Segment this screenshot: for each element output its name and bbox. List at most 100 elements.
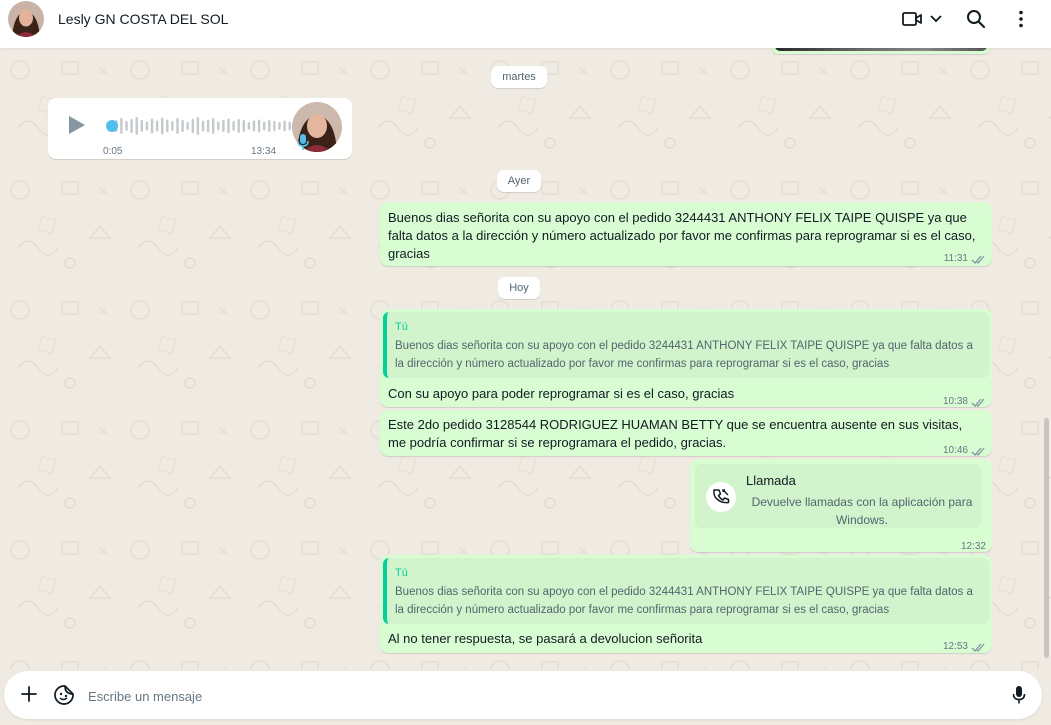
play-button[interactable]	[66, 114, 86, 141]
waveform-bar	[242, 120, 245, 132]
waveform-bar	[247, 122, 251, 130]
outgoing-message[interactable]: Tú Buenos dias señorita con su apoyo con…	[380, 555, 992, 653]
message-list[interactable]: martes 0:05 13:34 Ayer Buenos dias señor…	[0, 48, 1051, 670]
video-camera-icon	[902, 12, 922, 26]
more-vertical-icon	[1019, 10, 1023, 28]
chat-header: Lesly GN COSTA DEL SOL	[0, 0, 1051, 48]
waveform-bar	[227, 118, 230, 134]
double-check-icon	[971, 643, 985, 652]
message-meta: 10:38	[943, 393, 986, 411]
microphone-icon	[296, 133, 310, 156]
search-icon	[967, 10, 986, 29]
quote-text: Buenos dias señorita con su apoyo con el…	[395, 586, 973, 616]
waveform-bar	[125, 121, 128, 131]
waveform-bar	[268, 120, 271, 132]
menu-button[interactable]	[1017, 8, 1025, 30]
waveform-bar	[191, 119, 194, 133]
call-title: Llamada	[746, 473, 796, 488]
outgoing-message[interactable]: Este 2do pedido 3128544 RODRIGUEZ HUAMAN…	[380, 410, 992, 456]
date-separator: martes	[491, 66, 547, 88]
quoted-message[interactable]: Tú Buenos dias señorita con su apoyo con…	[383, 312, 989, 378]
plus-icon	[21, 686, 37, 702]
waveform-bar	[232, 121, 235, 131]
waveform-bar	[186, 122, 189, 130]
play-icon	[69, 116, 85, 134]
call-message[interactable]: Llamada Devuelve llamadas con la aplicac…	[690, 459, 992, 552]
chevron-down-icon	[930, 15, 942, 23]
waveform-bar	[150, 118, 154, 134]
waveform-bar	[181, 120, 184, 132]
missed-call-icon	[713, 489, 730, 504]
voice-record-button[interactable]	[1012, 685, 1026, 710]
message-meta: 12:53	[943, 638, 986, 656]
waveform-bar	[120, 118, 123, 134]
waveform-bar	[171, 121, 174, 131]
message-time: 11:31	[943, 253, 968, 264]
message-time: 10:46	[942, 445, 968, 456]
waveform-bar	[222, 120, 225, 132]
waveform-bar	[283, 120, 286, 132]
call-subtitle: Devuelve llamadas con la aplicación para…	[751, 495, 973, 527]
microphone-icon	[1012, 686, 1026, 704]
waveform-bar	[237, 119, 240, 133]
outgoing-message[interactable]: Buenos dias señorita con su apoyo con el…	[380, 202, 992, 266]
date-separator: Ayer	[497, 170, 541, 192]
image-thumbnail[interactable]	[775, 48, 987, 51]
waveform-bar	[273, 121, 276, 131]
waveform-bar	[135, 117, 138, 135]
waveform-bar	[140, 120, 143, 132]
waveform-bar	[196, 117, 200, 135]
waveform-bar	[212, 118, 215, 134]
emoji-button[interactable]	[53, 684, 75, 711]
search-button[interactable]	[966, 8, 986, 30]
voice-waveform[interactable]	[106, 115, 318, 142]
waveform-bar	[155, 120, 159, 132]
message-time: 10:38	[942, 396, 968, 407]
playback-scrubber[interactable]	[106, 120, 118, 132]
image-message[interactable]	[772, 48, 990, 54]
quote-author: Tú	[395, 567, 408, 579]
quoted-message[interactable]: Tú Buenos dias señorita con su apoyo con…	[383, 558, 989, 624]
waveform-bar	[252, 120, 256, 132]
attach-button[interactable]	[20, 685, 38, 708]
message-composer	[4, 671, 1042, 719]
waveform-bar	[263, 121, 266, 131]
voice-message[interactable]: 0:05 13:34	[48, 98, 352, 159]
message-input[interactable]	[86, 683, 970, 709]
contact-avatar[interactable]	[8, 1, 44, 37]
waveform-bar	[206, 119, 210, 133]
call-icon-wrapper	[706, 482, 736, 512]
message-meta: 10:46	[943, 442, 986, 460]
waveform-bar	[288, 121, 291, 131]
message-meta: 12:32	[961, 538, 986, 556]
double-check-icon	[971, 398, 985, 407]
waveform-bar	[217, 121, 220, 131]
message-text: Buenos dias señorita con su apoyo con el…	[388, 210, 976, 261]
waveform-bar	[176, 118, 179, 134]
waveform-bar	[278, 122, 281, 130]
contact-name[interactable]: Lesly GN COSTA DEL SOL	[58, 11, 228, 27]
double-check-icon	[971, 447, 985, 456]
waveform-bar	[130, 119, 133, 133]
video-call-button[interactable]	[902, 8, 943, 30]
voice-duration: 0:05	[103, 146, 123, 157]
double-check-icon	[971, 255, 985, 264]
call-card[interactable]: Llamada Devuelve llamadas con la aplicac…	[695, 464, 981, 528]
message-text: Este 2do pedido 3128544 RODRIGUEZ HUAMAN…	[388, 417, 963, 450]
date-separator: Hoy	[498, 277, 540, 299]
message-meta: 11:31	[944, 250, 986, 268]
outgoing-message[interactable]: Tú Buenos dias señorita con su apoyo con…	[380, 309, 992, 407]
waveform-bar	[257, 119, 261, 133]
sticker-emoji-icon	[54, 685, 74, 705]
waveform-bar	[145, 121, 149, 131]
quote-text: Buenos dias señorita con su apoyo con el…	[395, 340, 973, 370]
waveform-bar	[201, 120, 205, 132]
message-text: Con su apoyo para poder reprogramar si e…	[388, 386, 735, 401]
chat-scrollbar[interactable]	[1044, 418, 1049, 658]
message-text: Al no tener respuesta, se pasará a devol…	[388, 631, 703, 646]
message-time: 12:32	[960, 541, 986, 552]
message-time: 12:53	[942, 641, 968, 652]
message-time: 13:34	[251, 146, 277, 157]
waveform-bar	[166, 119, 169, 133]
waveform-bar	[161, 117, 164, 135]
